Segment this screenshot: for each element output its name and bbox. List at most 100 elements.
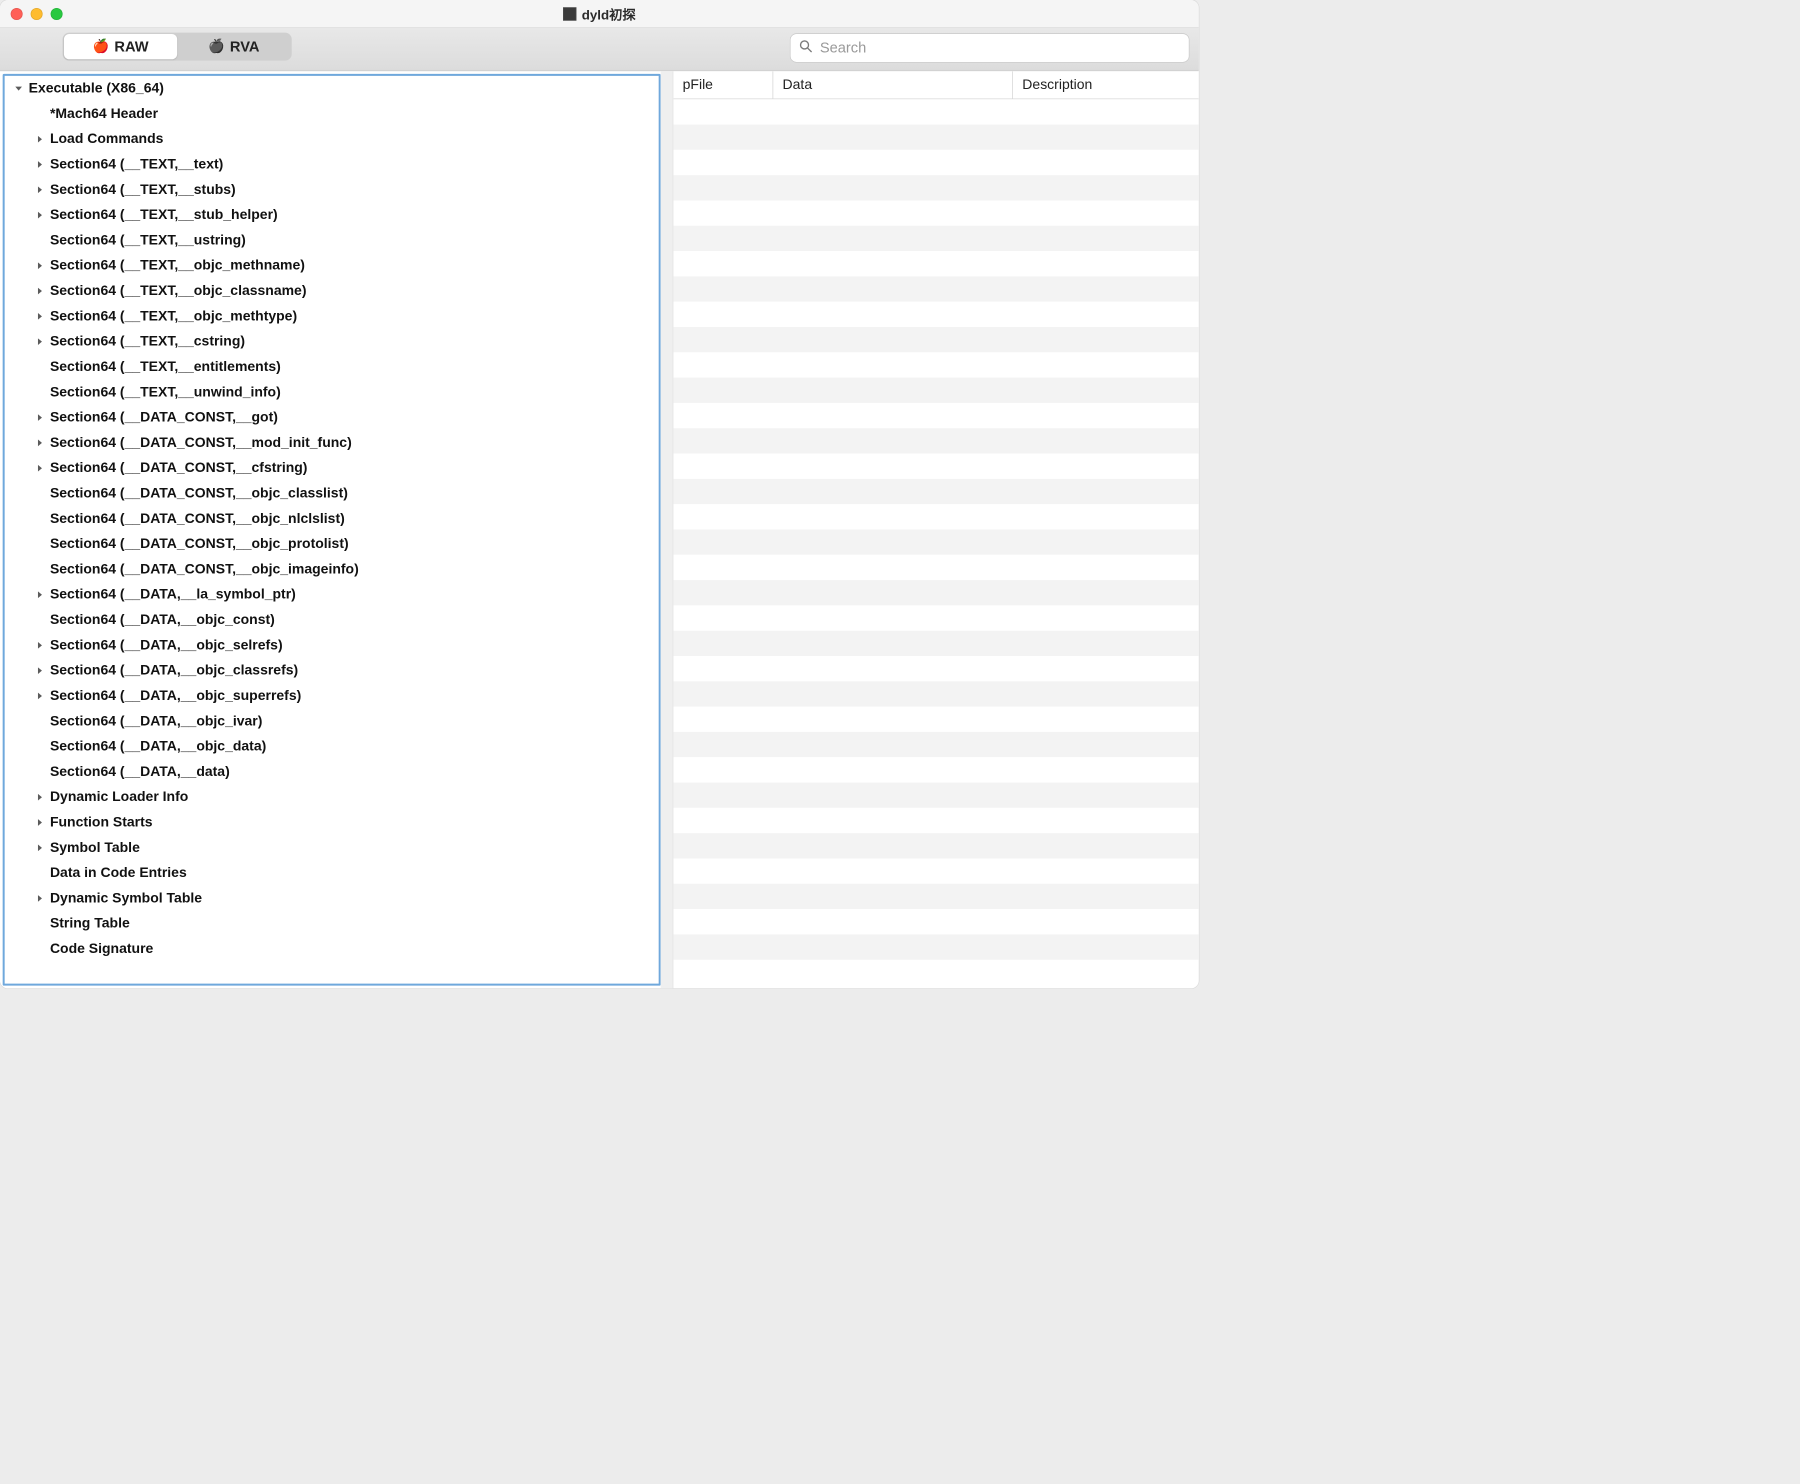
tree-row[interactable]: Section64 (__TEXT,__objc_methname) [5, 253, 659, 278]
disclosure-icon[interactable] [33, 464, 48, 473]
window-title: dyld初探 [563, 4, 636, 23]
tree-label: Section64 (__DATA,__objc_ivar) [50, 713, 262, 729]
table-row [673, 454, 1198, 479]
disclosure-icon[interactable] [33, 691, 48, 700]
disclosure-icon[interactable] [33, 135, 48, 144]
disclosure-icon[interactable] [11, 84, 26, 93]
tree-row[interactable]: Section64 (__DATA_CONST,__got) [5, 405, 659, 430]
minimize-button[interactable] [31, 8, 43, 20]
tree-row[interactable]: Section64 (__TEXT,__stub_helper) [5, 202, 659, 227]
segmented-rva-label: RVA [230, 38, 260, 55]
tree-row[interactable]: Section64 (__TEXT,__objc_methtype) [5, 304, 659, 329]
table-row [673, 858, 1198, 883]
tree-row[interactable]: Section64 (__DATA,__objc_ivar) [5, 709, 659, 734]
tree-row[interactable]: Code Signature [5, 936, 659, 961]
tree-label: Load Commands [50, 131, 163, 147]
table-row [673, 555, 1198, 580]
tree-label: Section64 (__TEXT,__unwind_info) [50, 384, 281, 400]
tree-row[interactable]: Load Commands [5, 127, 659, 152]
tree-row[interactable]: Section64 (__TEXT,__unwind_info) [5, 380, 659, 405]
disclosure-icon[interactable] [33, 210, 48, 219]
tree-label: Section64 (__DATA_CONST,__objc_nlclslist… [50, 511, 345, 527]
toolbar: 🍎 RAW 🍎 RVA [0, 28, 1199, 71]
tree-row[interactable]: Section64 (__TEXT,__stubs) [5, 177, 659, 202]
disclosure-icon[interactable] [33, 337, 48, 346]
zoom-button[interactable] [51, 8, 63, 20]
tree-label: Section64 (__TEXT,__stubs) [50, 182, 236, 198]
table-header-description[interactable]: Description [1013, 71, 1199, 98]
tree-row[interactable]: Section64 (__DATA_CONST,__mod_init_func) [5, 430, 659, 455]
disclosure-icon[interactable] [33, 793, 48, 802]
disclosure-icon[interactable] [33, 261, 48, 270]
tree-row[interactable]: Section64 (__TEXT,__ustring) [5, 228, 659, 253]
disclosure-icon[interactable] [33, 641, 48, 650]
tree-row[interactable]: *Mach64 Header [5, 101, 659, 126]
table-row [673, 934, 1198, 959]
tree-row[interactable]: Section64 (__TEXT,__text) [5, 152, 659, 177]
tree-row[interactable]: Section64 (__TEXT,__objc_classname) [5, 278, 659, 303]
tree-row[interactable]: Section64 (__DATA,__objc_classrefs) [5, 658, 659, 683]
disclosure-icon[interactable] [33, 312, 48, 321]
tree-label: Function Starts [50, 815, 153, 831]
tree-row[interactable]: Section64 (__DATA_CONST,__objc_imageinfo… [5, 557, 659, 582]
table-row [673, 529, 1198, 554]
tree-row[interactable]: Function Starts [5, 810, 659, 835]
tree-row[interactable]: Symbol Table [5, 835, 659, 860]
table-row [673, 378, 1198, 403]
segmented-rva-button[interactable]: 🍎 RVA [177, 34, 290, 59]
disclosure-icon[interactable] [33, 160, 48, 169]
search-icon [799, 40, 812, 57]
tree-row-root[interactable]: Executable (X86_64) [5, 76, 659, 101]
tree-label: Section64 (__DATA,__objc_selrefs) [50, 637, 283, 653]
tree-row[interactable]: Section64 (__DATA_CONST,__objc_protolist… [5, 531, 659, 556]
tree-row[interactable]: Data in Code Entries [5, 860, 659, 885]
tree-row[interactable]: Dynamic Loader Info [5, 785, 659, 810]
disclosure-icon[interactable] [33, 666, 48, 675]
tree-label: Section64 (__TEXT,__objc_classname) [50, 283, 307, 299]
disclosure-icon[interactable] [33, 413, 48, 422]
disclosure-icon[interactable] [33, 590, 48, 599]
disclosure-icon[interactable] [33, 818, 48, 827]
disclosure-icon[interactable] [33, 894, 48, 903]
close-button[interactable] [11, 8, 23, 20]
table-header-pfile[interactable]: pFile [673, 71, 773, 98]
tree-label: Section64 (__DATA_CONST,__objc_protolist… [50, 536, 349, 552]
tree-label: Section64 (__DATA,__objc_data) [50, 739, 266, 755]
disclosure-icon[interactable] [33, 843, 48, 852]
tree-pane[interactable]: Executable (X86_64) *Mach64 Header Load Co… [3, 74, 661, 986]
document-icon [563, 7, 576, 20]
disclosure-icon[interactable] [33, 286, 48, 295]
tree-label: Section64 (__TEXT,__cstring) [50, 334, 245, 350]
table-row [673, 403, 1198, 428]
table-row [673, 352, 1198, 377]
tree-row[interactable]: Section64 (__TEXT,__cstring) [5, 329, 659, 354]
tree-row[interactable]: String Table [5, 911, 659, 936]
tree-row[interactable]: Section64 (__DATA,__la_symbol_ptr) [5, 582, 659, 607]
tree-row[interactable]: Dynamic Symbol Table [5, 886, 659, 911]
tree-label: Executable (X86_64) [29, 81, 164, 97]
search-wrap [790, 33, 1190, 62]
table-row [673, 479, 1198, 504]
tree-label: *Mach64 Header [50, 106, 158, 122]
tree-row[interactable]: Section64 (__DATA,__objc_selrefs) [5, 633, 659, 658]
tree-row[interactable]: Section64 (__DATA_CONST,__objc_nlclslist… [5, 506, 659, 531]
table-row [673, 327, 1198, 352]
tree-row[interactable]: Section64 (__TEXT,__entitlements) [5, 354, 659, 379]
tree-label: Symbol Table [50, 840, 140, 856]
segmented-raw-button[interactable]: 🍎 RAW [64, 34, 177, 59]
tree-row[interactable]: Section64 (__DATA,__objc_data) [5, 734, 659, 759]
tree-label: Section64 (__DATA_CONST,__got) [50, 410, 278, 426]
split-divider[interactable] [661, 71, 673, 988]
segmented-control: 🍎 RAW 🍎 RVA [63, 32, 292, 60]
tree-label: Section64 (__TEXT,__objc_methname) [50, 258, 305, 274]
search-input[interactable] [790, 33, 1190, 62]
tree-row[interactable]: Section64 (__DATA,__objc_const) [5, 607, 659, 632]
tree-row[interactable]: Section64 (__DATA_CONST,__cfstring) [5, 456, 659, 481]
table-header-data[interactable]: Data [773, 71, 1013, 98]
tree-row[interactable]: Section64 (__DATA,__objc_superrefs) [5, 683, 659, 708]
tree-row[interactable]: Section64 (__DATA,__data) [5, 759, 659, 784]
tree-label: Section64 (__TEXT,__objc_methtype) [50, 308, 297, 324]
disclosure-icon[interactable] [33, 438, 48, 447]
tree-row[interactable]: Section64 (__DATA_CONST,__objc_classlist… [5, 481, 659, 506]
disclosure-icon[interactable] [33, 185, 48, 194]
